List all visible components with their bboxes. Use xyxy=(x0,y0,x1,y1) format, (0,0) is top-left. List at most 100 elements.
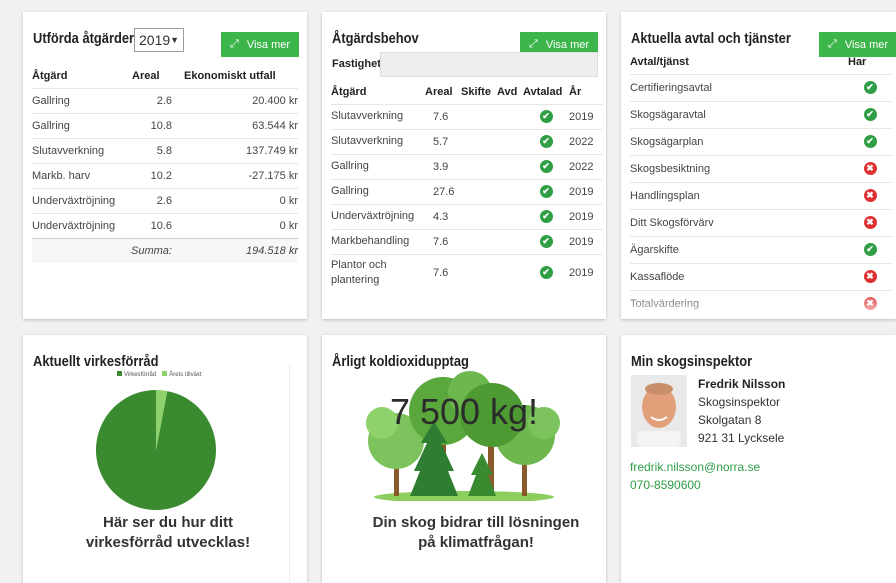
cell-has: ✔ xyxy=(848,73,892,101)
card-co2-uptake: Årligt koldioxidupptag 7 500 kg! Din sko… xyxy=(322,335,606,583)
table-row: Gallring 27.6 ✔ 2019 xyxy=(331,178,603,204)
sum-label: Summa: xyxy=(32,237,184,263)
table-row: Ditt Skogsförvärv ✖ xyxy=(630,208,892,236)
property-filter-label: Fastighet xyxy=(332,58,381,70)
table-row: Gallring 10.8 63.544 kr xyxy=(32,112,298,138)
year-select-value: 2019 xyxy=(139,32,171,48)
cell-division xyxy=(497,103,523,129)
cell-outcome: 0 kr xyxy=(184,212,298,238)
column-header: Avd xyxy=(497,85,518,98)
check-icon: ✔ xyxy=(539,235,553,248)
cell-service: Certifieringsavtal xyxy=(630,73,848,101)
cell-year: 2019 xyxy=(569,103,603,129)
inspector-address: Skolgatan 8 xyxy=(698,413,762,427)
table-row: Markb. harv 10.2 -27.175 kr xyxy=(32,162,298,188)
scroll-fade xyxy=(322,305,606,319)
divider xyxy=(289,365,290,583)
cell-section xyxy=(461,203,497,229)
cell-agreed: ✔ xyxy=(523,228,569,254)
column-header: Areal xyxy=(425,85,453,98)
year-select[interactable]: 2019 ▼ xyxy=(134,28,184,52)
cross-icon: ✖ xyxy=(863,162,877,175)
check-icon: ✔ xyxy=(539,110,553,123)
co2-caption: Din skog bidrar till lösningen på klimat… xyxy=(372,514,580,551)
cell-section xyxy=(461,178,497,204)
cell-area: 5.7 xyxy=(425,128,461,154)
cell-area: 2.6 xyxy=(132,87,184,113)
column-header: Areal xyxy=(132,69,160,82)
cell-has: ✖ xyxy=(848,262,892,290)
cell-area: 7.6 xyxy=(425,103,461,129)
cell-action: Gallring xyxy=(32,87,132,113)
sum-value: 194.518 kr xyxy=(184,237,298,263)
table-row: Underväxtröjning 4.3 ✔ 2019 xyxy=(331,203,603,229)
property-filter-input[interactable] xyxy=(380,52,598,77)
card-title: Åtgärdsbehov xyxy=(332,30,419,47)
chart-caption: Här ser du hur ditt virkesförråd utveckl… xyxy=(85,514,251,551)
expand-icon: ⤢ xyxy=(529,38,538,50)
cell-year: 2019 xyxy=(569,178,603,204)
cell-outcome: 63.544 kr xyxy=(184,112,298,138)
inspector-role: Skogsinspektor xyxy=(698,395,781,409)
avatar xyxy=(631,375,687,447)
inspector-phone-link[interactable]: 070-8590600 xyxy=(630,478,701,492)
card-agreements: Aktuella avtal och tjänster ⤢ Visa mer A… xyxy=(621,12,896,319)
cell-agreed: ✔ xyxy=(523,103,569,129)
card-title: Utförda åtgärder xyxy=(33,30,135,47)
column-header: År xyxy=(569,85,582,98)
scroll-fade xyxy=(621,297,896,319)
legend-item: Årets tillväxt xyxy=(162,371,202,378)
cell-action: Gallring xyxy=(331,153,425,179)
cell-area: 10.6 xyxy=(132,212,184,238)
cell-area: 7.6 xyxy=(425,228,461,254)
check-icon: ✔ xyxy=(539,210,553,223)
cross-icon: ✖ xyxy=(863,216,877,229)
cell-area: 10.8 xyxy=(132,112,184,138)
cell-service: Skogsbesiktning xyxy=(630,154,848,182)
column-header: Avtalad xyxy=(523,85,563,98)
check-icon: ✔ xyxy=(863,81,877,94)
table-row: Slutavverkning 5.8 137.749 kr xyxy=(32,137,298,163)
check-icon: ✔ xyxy=(539,266,553,279)
cell-area: 5.8 xyxy=(132,137,184,163)
table-row: Underväxtröjning 2.6 0 kr xyxy=(32,187,298,213)
co2-big-value: 7 500 kg! xyxy=(389,391,539,432)
cell-section xyxy=(461,228,497,254)
card-completed-actions: Utförda åtgärder 2019 ▼ ⤢ Visa mer Åtgär… xyxy=(23,12,307,319)
cell-division xyxy=(497,228,523,254)
cell-area: 3.9 xyxy=(425,153,461,179)
cell-has: ✖ xyxy=(848,154,892,182)
cell-action: Gallring xyxy=(32,112,132,138)
expand-icon: ⤢ xyxy=(230,38,239,50)
cell-action: Slutavverkning xyxy=(32,137,132,163)
table-row: Certifieringsavtal ✔ xyxy=(630,73,892,101)
table-row: Skogsbesiktning ✖ xyxy=(630,154,892,182)
cell-area: 27.6 xyxy=(425,178,461,204)
cell-has: ✖ xyxy=(848,208,892,236)
table-row: Plantor och plantering 7.6 ✔ 2019 xyxy=(331,253,603,291)
check-icon: ✔ xyxy=(863,243,877,256)
cell-action: Markbehandling xyxy=(331,228,425,254)
table-row: Ägarskifte ✔ xyxy=(630,235,892,263)
chevron-down-icon: ▼ xyxy=(170,35,180,45)
cell-outcome: -27.175 kr xyxy=(184,162,298,188)
check-icon: ✔ xyxy=(863,135,877,148)
cell-has: ✖ xyxy=(848,181,892,209)
cell-service: Ägarskifte xyxy=(630,235,848,263)
cell-agreed: ✔ xyxy=(523,153,569,179)
inspector-city: 921 31 Lycksele xyxy=(698,431,785,445)
cell-year: 2022 xyxy=(569,128,603,154)
show-more-button[interactable]: ⤢ Visa mer xyxy=(221,32,300,57)
cell-year: 2019 xyxy=(569,228,603,254)
legend-item: Virkesförråd xyxy=(117,371,156,378)
cell-service: Skogsägarplan xyxy=(630,127,848,155)
inspector-email-link[interactable]: fredrik.nilsson@norra.se xyxy=(630,460,760,474)
cell-outcome: 0 kr xyxy=(184,187,298,213)
cell-action: Underväxtröjning xyxy=(331,203,425,229)
cell-year: 2019 xyxy=(569,203,603,229)
cell-outcome: 20.400 kr xyxy=(184,87,298,113)
cell-division xyxy=(497,178,523,204)
cell-division xyxy=(497,128,523,154)
card-title: Min skogsinspektor xyxy=(631,353,753,370)
cross-icon: ✖ xyxy=(863,270,877,283)
